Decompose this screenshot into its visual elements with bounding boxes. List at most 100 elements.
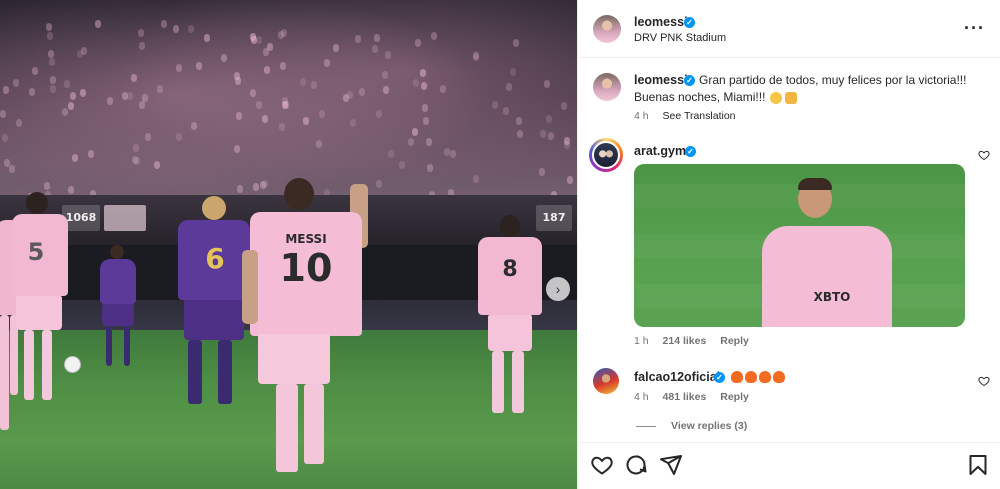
- crowd-speck: [539, 168, 545, 176]
- crowd-speck: [263, 48, 269, 56]
- crowd-speck: [319, 110, 325, 118]
- comment-meta-arat: 1 h 214 likes Reply: [634, 335, 760, 347]
- crowd-speck: [510, 68, 516, 76]
- fire-emoji-icon: [731, 371, 743, 383]
- crowd-speck: [236, 112, 242, 120]
- comment-heart-icon[interactable]: [978, 375, 990, 387]
- crowd-speck: [540, 130, 546, 138]
- crowd-speck: [517, 130, 523, 138]
- crowd-speck: [29, 88, 35, 96]
- crowd-speck: [426, 138, 432, 146]
- verified-badge-icon: ✓: [685, 146, 696, 157]
- crowd-speck: [72, 154, 78, 162]
- crowd-speck: [374, 34, 380, 42]
- comment-username-falcao[interactable]: falcao12oficial: [634, 370, 720, 384]
- crowd-speck: [3, 86, 9, 94]
- crowd-speck: [196, 62, 202, 70]
- verified-badge-icon: ✓: [714, 372, 725, 383]
- crowd-speck: [473, 53, 479, 61]
- crowd-speck: [161, 20, 167, 28]
- crowd-speck: [376, 110, 382, 118]
- crowd-speck: [250, 89, 256, 97]
- crowd-speck: [256, 101, 262, 109]
- caption-username[interactable]: leomessi: [634, 73, 688, 87]
- crowd-speck: [32, 67, 38, 75]
- crowd-speck: [444, 148, 450, 156]
- crowd-speck: [316, 140, 322, 148]
- crowd-speck: [399, 161, 405, 169]
- crowd-speck: [385, 51, 391, 59]
- crowd-speck: [415, 39, 421, 47]
- crowd-speck: [68, 102, 74, 110]
- see-translation-link[interactable]: See Translation: [663, 110, 736, 122]
- crowd-speck: [138, 29, 144, 37]
- comment-gif[interactable]: XBTO: [634, 164, 965, 327]
- crowd-speck: [383, 86, 389, 94]
- crowd-speck: [234, 145, 240, 153]
- comment-likes[interactable]: 214 likes: [663, 335, 707, 347]
- gif-shirt-sponsor: XBTO: [813, 290, 851, 304]
- post-photo[interactable]: 1068 187 5 6 MESSI 10 8 ›: [0, 0, 577, 489]
- view-replies-button[interactable]: View replies (3): [671, 420, 747, 432]
- comment-meta-falcao: 4 h 481 likes Reply: [634, 391, 760, 403]
- crowd-speck: [324, 59, 330, 67]
- caption-avatar[interactable]: [593, 73, 621, 101]
- fire-emoji-icon: [759, 371, 771, 383]
- crowd-speck: [176, 133, 182, 141]
- crowd-speck: [333, 44, 339, 52]
- comment-likes[interactable]: 481 likes: [663, 391, 707, 403]
- crowd-speck: [64, 80, 70, 88]
- post-location[interactable]: DRV PNK Stadium: [634, 32, 726, 44]
- crowd-speck: [423, 117, 429, 125]
- verified-badge-icon: ✓: [684, 17, 695, 28]
- like-icon[interactable]: [590, 453, 614, 477]
- crowd-speck: [311, 81, 317, 89]
- crowd-speck: [303, 117, 309, 125]
- gif-player-hair: [798, 178, 832, 190]
- board-sign-left-text: 1068: [65, 211, 97, 224]
- opponent-number: 6: [205, 242, 225, 275]
- crowd-speck: [431, 32, 437, 40]
- crowd-speck: [546, 115, 552, 123]
- crowd-speck: [262, 115, 268, 123]
- crowd-speck: [561, 102, 567, 110]
- crowd-speck: [506, 83, 512, 91]
- instagram-post: 1068 187 5 6 MESSI 10 8 › leomessi ✓ DRV…: [0, 0, 1000, 489]
- next-image-icon[interactable]: ›: [546, 277, 570, 301]
- crowd-speck: [221, 54, 227, 62]
- more-options-icon[interactable]: ···: [964, 18, 985, 39]
- crowd-speck: [44, 182, 50, 190]
- crowd-speck: [139, 101, 145, 109]
- crowd-speck: [70, 92, 76, 100]
- post-action-bar: [578, 442, 1000, 489]
- reply-button[interactable]: Reply: [720, 391, 749, 403]
- crowd-speck: [16, 119, 22, 127]
- comment-avatar-falcao[interactable]: [593, 368, 619, 394]
- crowd-speck: [544, 80, 550, 88]
- crowd-speck: [62, 108, 68, 116]
- author-avatar[interactable]: [593, 15, 621, 43]
- crowd-speck: [154, 161, 160, 169]
- share-icon[interactable]: [659, 453, 683, 477]
- save-icon[interactable]: [966, 453, 990, 477]
- comment-icon[interactable]: [624, 453, 648, 477]
- player-8-number: 8: [502, 257, 518, 282]
- crowd-speck: [283, 101, 289, 109]
- crowd-speck: [173, 25, 179, 33]
- caption-time: 4 h: [634, 110, 649, 122]
- author-username[interactable]: leomessi: [634, 15, 688, 29]
- crowd-speck: [413, 79, 419, 87]
- board-sign-pink: [104, 205, 146, 231]
- reply-button[interactable]: Reply: [720, 335, 749, 347]
- smile-emoji-icon: [770, 92, 782, 104]
- crowd-speck: [237, 185, 243, 193]
- comment-time: 4 h: [634, 391, 649, 403]
- crowd-speck: [262, 180, 268, 188]
- crowd-speck: [382, 71, 388, 79]
- crowd-speck: [492, 101, 498, 109]
- board-sign-right: 187: [536, 205, 572, 231]
- comment-username-arat[interactable]: arat.gym: [634, 144, 686, 158]
- crowd-speck: [278, 31, 284, 39]
- comment-heart-icon[interactable]: [978, 149, 990, 161]
- comment-avatar-arat[interactable]: [592, 141, 620, 169]
